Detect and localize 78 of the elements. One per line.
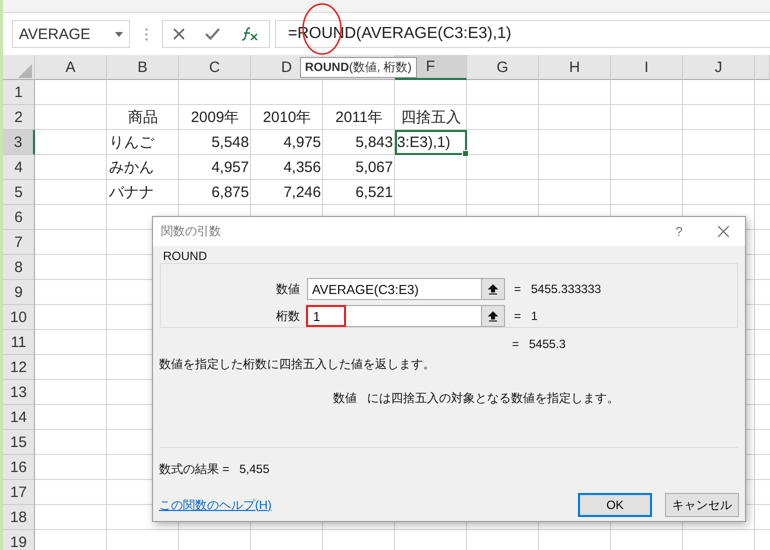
row-header[interactable]: 8 — [3, 255, 35, 280]
argument-help: 数値 には四捨五入の対象となる数値を指定します。 — [333, 390, 620, 407]
input-field[interactable]: AVERAGE(C3:E3) — [307, 278, 482, 300]
row-header[interactable]: 9 — [3, 280, 35, 305]
row-header[interactable]: 2 — [3, 105, 35, 130]
row-header[interactable]: 16 — [3, 455, 35, 480]
grip-icon — [144, 28, 148, 40]
column-header[interactable]: A — [35, 55, 107, 80]
column-header[interactable]: J — [683, 55, 755, 80]
fill-handle[interactable] — [462, 150, 469, 157]
table-cell-text: 4,957 — [210, 158, 250, 178]
table-cell-text: 5,843 — [354, 133, 394, 153]
cancel-button[interactable]: キャンセル — [665, 493, 739, 517]
table-cell-text: 商品 — [127, 108, 159, 128]
row-header[interactable]: 7 — [3, 230, 35, 255]
column-header[interactable]: H — [539, 55, 611, 80]
row-header[interactable]: 19 — [3, 530, 35, 550]
function-tooltip: ROUND(数値, 桁数) — [300, 57, 417, 78]
overall-result: = 5455.3 — [512, 337, 567, 351]
row-header[interactable]: 17 — [3, 480, 35, 505]
arrow-up-icon — [488, 284, 498, 294]
table-cell-text: 6,875 — [210, 183, 250, 203]
row-header[interactable]: 1 — [3, 80, 35, 105]
table-cell-text: バナナ — [108, 183, 155, 203]
column-header[interactable]: B — [107, 55, 179, 80]
collapse-button[interactable] — [482, 305, 505, 327]
function-description: 数値を指定した桁数に四捨五入した値を返します。 — [159, 356, 436, 373]
table-cell-text: 6,521 — [354, 183, 394, 203]
table-cell-text: 4,356 — [282, 158, 322, 178]
arrow-up-icon — [488, 310, 498, 322]
row-header[interactable]: 15 — [3, 430, 35, 455]
row-header[interactable]: 10 — [3, 305, 35, 330]
cancel-formula-button[interactable] — [173, 28, 186, 40]
close-icon — [718, 226, 728, 237]
collapse-button[interactable] — [482, 278, 505, 300]
input-field[interactable]: 1 — [307, 305, 482, 327]
table-cell-text: 7,246 — [282, 183, 322, 203]
help-button[interactable]: ? — [657, 224, 701, 239]
checkmark-icon — [205, 28, 220, 40]
table-cell-text: 2009年 — [190, 108, 240, 128]
argument-result: = 5455.333333 — [514, 282, 602, 296]
column-header[interactable]: C — [179, 55, 251, 80]
function-name: ROUND — [161, 249, 209, 263]
row-header[interactable]: 14 — [3, 405, 35, 430]
row-header[interactable]: 5 — [3, 180, 35, 205]
column-header[interactable]: G — [467, 55, 539, 80]
table-cell-text: りんご — [108, 133, 156, 153]
dropdown-arrow-icon[interactable] — [115, 32, 123, 36]
column-header[interactable]: I — [611, 55, 683, 80]
argument-result: = 1 — [514, 309, 538, 323]
function-icon — [240, 27, 259, 41]
table-cell-text: みかん — [108, 158, 155, 178]
formula-result: 数式の結果 = 5,455 — [159, 461, 270, 478]
enter-formula-button[interactable] — [205, 28, 220, 40]
close-icon — [173, 28, 186, 40]
row-header[interactable]: 12 — [3, 355, 35, 380]
help-link[interactable]: この関数のヘルプ(H) — [159, 496, 565, 514]
row-header[interactable]: 3 — [3, 130, 35, 155]
table-cell-text: 2010年 — [262, 108, 312, 128]
insert-function-button[interactable] — [240, 27, 259, 41]
table-cell-text: 5,067 — [354, 158, 394, 178]
row-header[interactable]: 13 — [3, 380, 35, 405]
row-header[interactable]: 11 — [3, 330, 35, 355]
argument-label: 桁数 — [275, 308, 301, 324]
argument-label: 数値 — [275, 280, 301, 298]
table-cell-text: 4,975 — [282, 133, 322, 153]
row-header[interactable]: 18 — [3, 505, 35, 530]
active-cell[interactable]: 3:E3),1) — [395, 130, 467, 155]
row-header[interactable]: 4 — [3, 155, 35, 180]
table-cell-text: 四捨五入 — [400, 108, 462, 128]
dialog-title: 関数の引数 — [161, 223, 222, 240]
table-cell-text: 2011年 — [334, 108, 384, 128]
name-box[interactable]: AVERAGE — [12, 20, 130, 48]
name-box-value: AVERAGE — [19, 26, 90, 42]
row-header[interactable]: 6 — [3, 205, 35, 230]
ok-button[interactable]: OK — [578, 493, 652, 517]
table-cell-text: 5,548 — [210, 133, 250, 153]
highlight-box: 1 — [306, 305, 346, 327]
